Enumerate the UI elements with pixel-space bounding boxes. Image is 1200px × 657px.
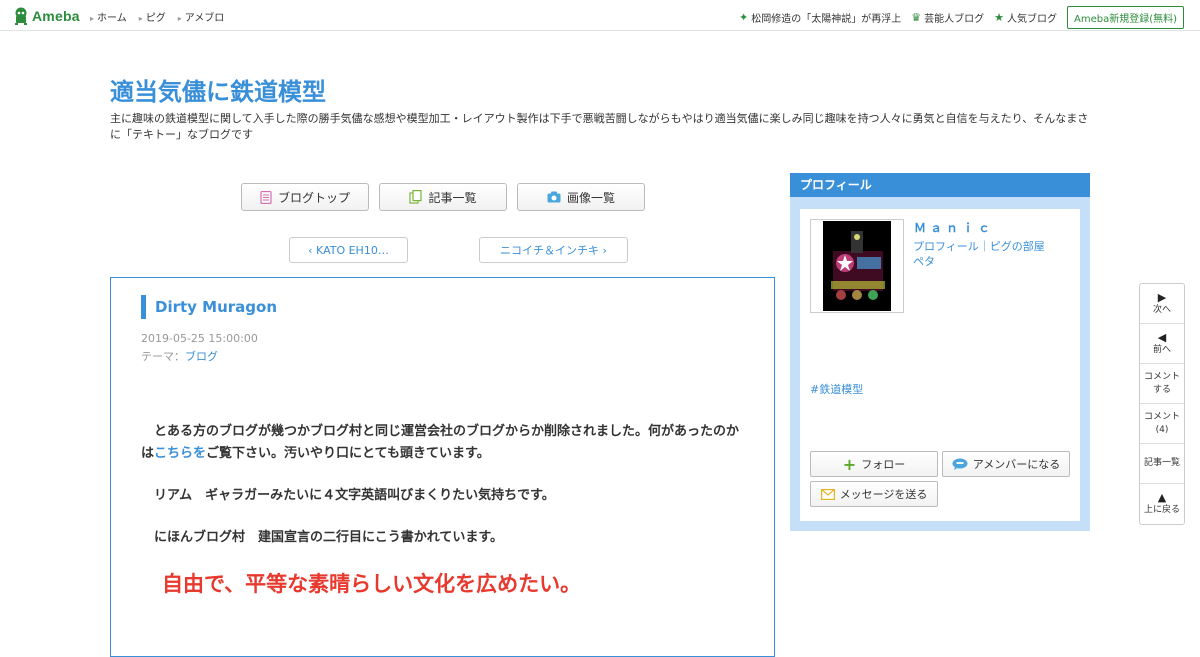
camera-icon [547,191,561,203]
image-list-label: 画像一覧 [566,190,615,205]
entry-list-side-label: 記事一覧 [1143,458,1180,468]
document-icon [260,190,272,204]
blog-title[interactable]: 適当気儘に鉄道模型 [110,72,326,107]
triangle-up-icon: ▲ [1157,491,1167,504]
avatar[interactable] [810,219,904,313]
chat-bubble-icon [952,458,968,470]
comment-count-label: コメント (4) [1143,411,1180,435]
send-message-button[interactable]: メッセージを送る [810,481,938,507]
popular-blog-label: 人気ブログ [1006,14,1057,25]
logo-text: Ameba [32,8,80,24]
blog-top-button[interactable]: ブログトップ [241,183,369,211]
star-icon: ★ [994,11,1004,24]
plus-icon: + [842,454,857,474]
send-message-label: メッセージを送る [839,488,928,501]
link-separator: ｜ [978,240,990,253]
entry-list-side-button[interactable]: 記事一覧 [1140,444,1184,484]
register-button[interactable]: Ameba新規登録(無料) [1066,6,1184,29]
theme-link[interactable]: ブログ [185,350,218,363]
crown-icon: ♛ [911,11,922,24]
copy-icon [409,190,423,204]
profile-links: プロフィール｜ピグの部屋 ペタ [913,239,1073,269]
follow-label: フォロー [861,458,906,471]
comment-label: コメント する [1143,371,1180,395]
article-body: とある方のブログが幾つかブログ村と同じ運営会社のブログからか削除されました。何が… [141,421,751,619]
side-navigation: ▶ 次へ ◀ 前へ コメント する コメント (4) 記事一覧 ▲ 上に戻る [1139,283,1185,525]
next-entry-link[interactable]: ニコイチ＆インチキ › [479,237,628,263]
avatar-image [823,221,891,311]
chevron-left-icon: ‹ [308,243,317,257]
back-to-top-label: 上に戻る [1143,505,1180,515]
back-to-top-button[interactable]: ▲ 上に戻る [1140,484,1184,524]
article-title[interactable]: Dirty Muragon [141,295,277,319]
chevron-right-icon: › [599,243,607,257]
top-right-links: ✦ 松岡修造の「太陽神説」が再浮上 ♛ 芸能人ブログ ★ 人気ブログ Ameba… [739,6,1184,29]
profile-header: プロフィール [790,173,1090,197]
entry-list-button[interactable]: 記事一覧 [379,183,507,211]
ameba-logo[interactable]: Ameba [13,6,80,26]
nav-home[interactable]: ホーム [90,9,127,24]
blog-top-label: ブログトップ [277,190,350,205]
prev-label: 前へ [1152,344,1171,355]
trending-label: 松岡修造の「太陽神説」が再浮上 [751,14,902,25]
paragraph-1-text-b: ご覧下さい。汚いやり口にとても頭きています。 [206,446,490,461]
envelope-icon [820,488,835,500]
sparkle-icon: ✦ [739,11,749,24]
article-date: 2019-05-25 15:00:00 [141,332,258,345]
popular-blog-link[interactable]: ★ 人気ブログ [994,10,1057,25]
celebrity-blog-label: 芸能人ブログ [924,14,985,25]
profile-name[interactable]: Ｍａｎｉｃ [914,219,994,236]
entry-list-label: 記事一覧 [428,190,477,205]
hashtag-link[interactable]: #鉄道模型 [810,381,863,397]
prev-entry-label: KATO EH10… [316,243,389,257]
next-entry-label: ニコイチ＆インチキ [500,244,600,257]
prev-button[interactable]: ◀ 前へ [1140,324,1184,364]
blog-description: 主に趣味の鉄道模型に関して入手した際の勝手気儘な感想や模型加工・レイアウト製作は… [110,112,1089,141]
paragraph-2: リアム ギャラガーみたいに４文字英語叫びまくりたい気持ちです。 [141,488,555,503]
top-nav: ホーム ピグ アメブロ [90,9,224,24]
comment-button[interactable]: コメント する [1140,364,1184,404]
comment-count-button[interactable]: コメント (4) [1140,404,1184,444]
nav-pigg[interactable]: ピグ [139,9,166,24]
prev-entry-link[interactable]: ‹ KATO EH10… [289,237,408,263]
next-button[interactable]: ▶ 次へ [1140,284,1184,324]
theme-label: テーマ： [141,350,185,363]
play-right-icon: ▶ [1157,290,1167,304]
top-bar: Ameba ホーム ピグ アメブロ ✦ 松岡修造の「太陽神説」が再浮上 ♛ 芸能… [0,0,1200,31]
next-label: 次へ [1152,304,1171,315]
amember-label: アメンバーになる [972,458,1061,471]
here-link[interactable]: こちらを [154,446,206,461]
image-list-button[interactable]: 画像一覧 [517,183,645,211]
follow-button[interactable]: + フォロー [810,451,938,477]
profile-content: Ｍａｎｉｃ プロフィール｜ピグの部屋 ペタ #鉄道模型 + フォロー アメンバー… [800,209,1080,521]
amember-button[interactable]: アメンバーになる [942,451,1070,477]
article-theme: テーマ：ブログ [141,348,218,364]
article: Dirty Muragon 2019-05-25 15:00:00 テーマ：ブロ… [110,277,775,657]
paragraph-3: にほんブログ村 建国宣言の二行目にこう書かれています。 [141,530,504,545]
ameba-logo-icon [15,7,27,25]
celebrity-blog-link[interactable]: ♛ 芸能人ブログ [911,10,984,25]
nav-ameblo[interactable]: アメブロ [178,9,225,24]
peta-link[interactable]: ペタ [913,255,935,268]
play-left-icon: ◀ [1157,330,1167,344]
trending-link[interactable]: ✦ 松岡修造の「太陽神説」が再浮上 [739,10,901,25]
profile-panel: プロフィール Ｍａｎｉｃ プロフィール｜ピグの部屋 ペタ #鉄道模型 + フォロ… [790,173,1090,531]
profile-link[interactable]: プロフィール [913,240,979,253]
pigg-room-link[interactable]: ピグの部屋 [990,240,1045,253]
highlight-text: 自由で、平等な素晴らしい文化を広めたい。 [141,572,582,596]
paragraph-1: とある方のブログが幾つかブログ村と同じ運営会社のブログからか削除されました。何が… [141,421,751,465]
